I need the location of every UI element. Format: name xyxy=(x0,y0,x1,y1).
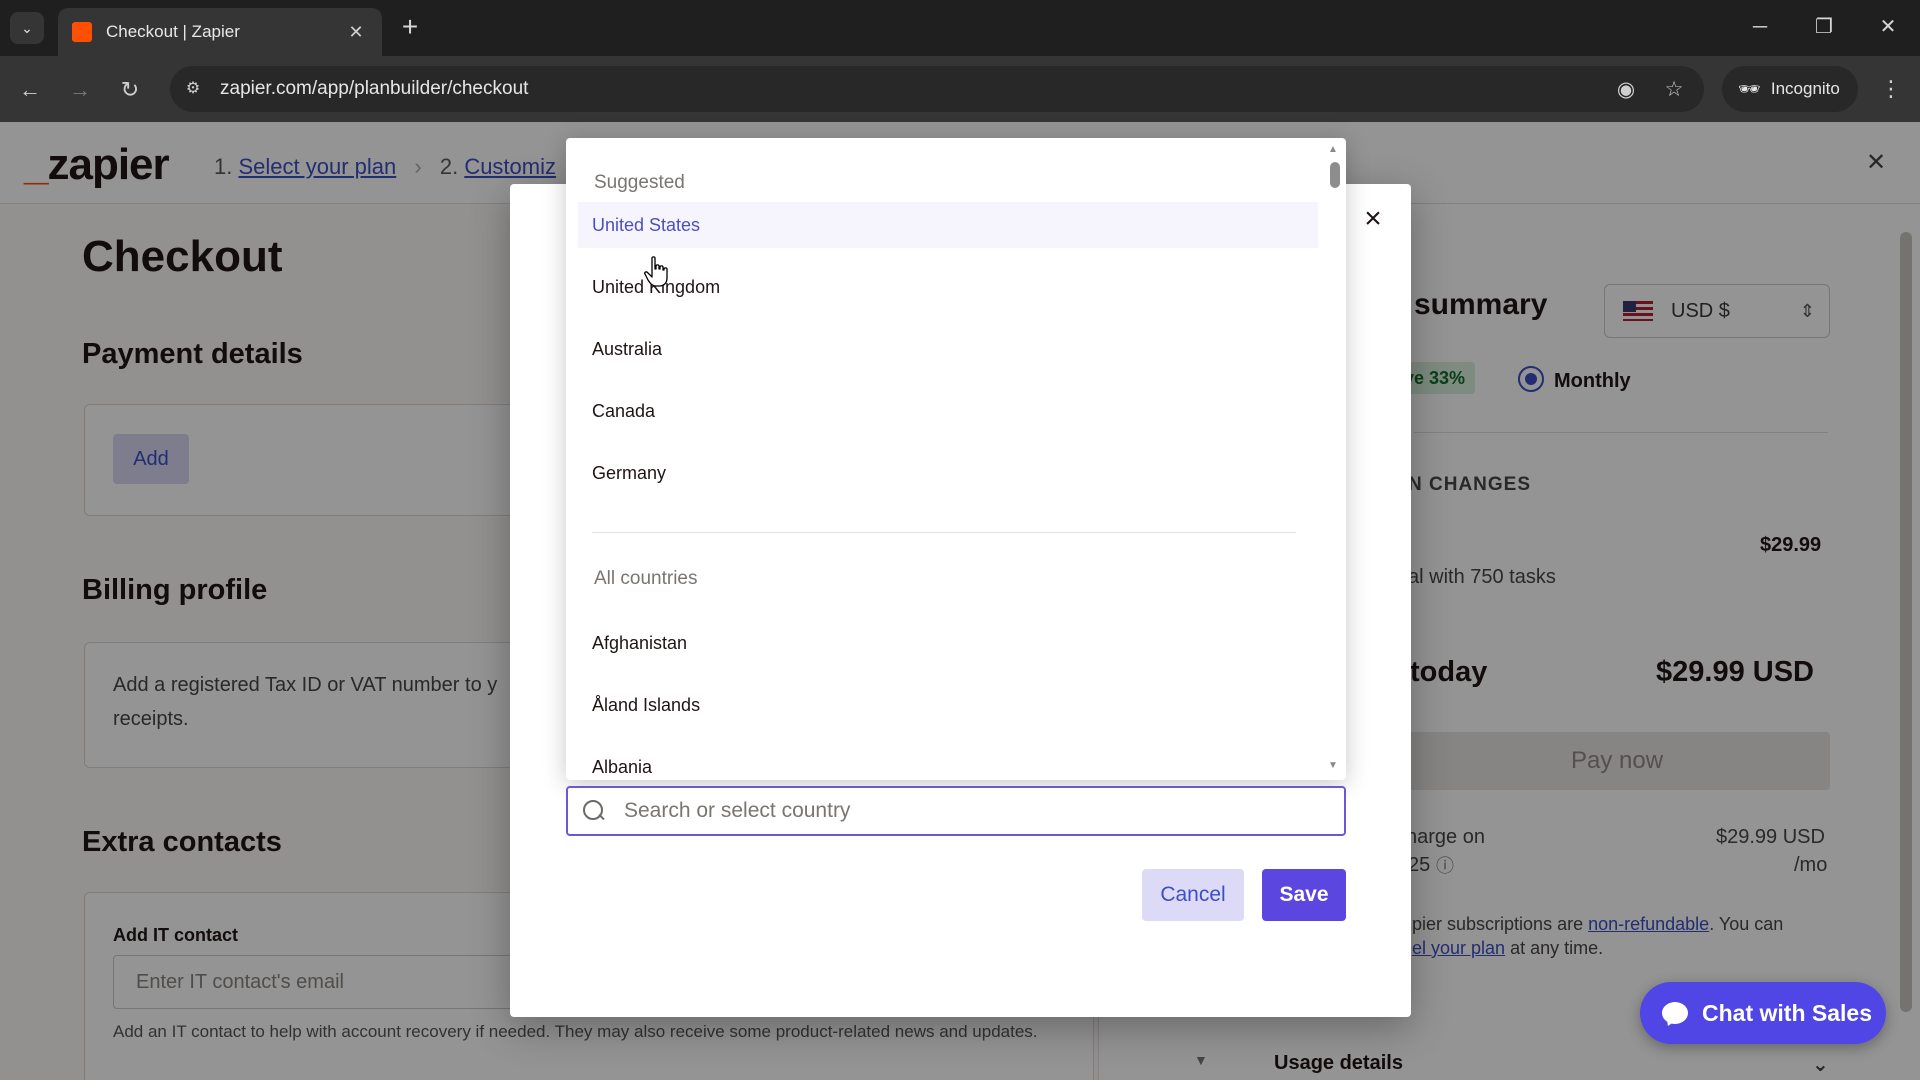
window-close-icon[interactable]: ✕ xyxy=(1868,10,1908,44)
incognito-icon: 🕶 xyxy=(1738,78,1761,99)
incognito-label: Incognito xyxy=(1770,79,1840,98)
site-info-icon[interactable]: ⚙ xyxy=(182,78,204,100)
new-tab-icon[interactable]: + xyxy=(394,12,426,44)
forward-icon[interactable]: → xyxy=(62,72,98,108)
tab-title: Checkout | Zapier xyxy=(106,22,240,41)
country-search-box[interactable] xyxy=(566,786,1346,836)
save-button[interactable]: Save xyxy=(1262,869,1346,921)
tab-search-chevron-icon[interactable]: ⌄ xyxy=(10,12,44,44)
cancel-button[interactable]: Cancel xyxy=(1142,869,1244,921)
eye-off-icon[interactable]: ◉ xyxy=(1612,76,1640,104)
country-option-canada[interactable]: Canada xyxy=(578,388,1318,434)
chat-bubble-icon xyxy=(1662,1002,1688,1024)
all-countries-heading: All countries xyxy=(594,568,698,589)
browser-tab-bar: ⌄ Checkout | Zapier ✕ + ─ ❐ ✕ xyxy=(0,0,1920,56)
zapier-favicon-icon xyxy=(72,22,92,42)
scroll-up-icon[interactable]: ▲ xyxy=(1328,144,1338,155)
chat-with-sales-button[interactable]: Chat with Sales xyxy=(1640,982,1886,1044)
group-divider xyxy=(592,532,1296,533)
browser-tab[interactable]: Checkout | Zapier ✕ xyxy=(58,8,382,56)
hand-cursor-icon xyxy=(644,256,668,287)
country-option-united-kingdom[interactable]: United Kingdom xyxy=(578,264,1318,310)
dropdown-scroll-thumb[interactable] xyxy=(1330,162,1340,188)
country-option-aland-islands[interactable]: Åland Islands xyxy=(578,682,1318,728)
tab-close-icon[interactable]: ✕ xyxy=(344,22,368,43)
restore-icon[interactable]: ❐ xyxy=(1804,10,1844,44)
country-option-australia[interactable]: Australia xyxy=(578,326,1318,372)
incognito-indicator[interactable]: 🕶 Incognito xyxy=(1722,66,1858,112)
country-option-germany[interactable]: Germany xyxy=(578,450,1318,496)
minimize-icon[interactable]: ─ xyxy=(1740,10,1780,44)
browser-menu-icon[interactable]: ⋮ xyxy=(1876,74,1906,104)
country-option-united-states[interactable]: United States xyxy=(578,202,1318,248)
scroll-down-icon[interactable]: ▼ xyxy=(1328,760,1338,771)
url-text[interactable]: zapier.com/app/planbuilder/checkout xyxy=(220,78,528,100)
reload-icon[interactable]: ↻ xyxy=(112,72,148,108)
suggested-heading: Suggested xyxy=(594,172,685,193)
search-icon xyxy=(582,799,606,823)
modal-close-icon[interactable]: × xyxy=(1358,204,1388,234)
country-search-input[interactable] xyxy=(624,799,1344,823)
country-dropdown: Suggested United States United Kingdom A… xyxy=(566,138,1346,780)
star-icon[interactable]: ☆ xyxy=(1660,76,1688,104)
back-icon[interactable]: ← xyxy=(12,72,48,108)
country-option-albania[interactable]: Albania xyxy=(578,744,1318,780)
chat-label: Chat with Sales xyxy=(1702,999,1872,1026)
country-option-afghanistan[interactable]: Afghanistan xyxy=(578,620,1318,666)
